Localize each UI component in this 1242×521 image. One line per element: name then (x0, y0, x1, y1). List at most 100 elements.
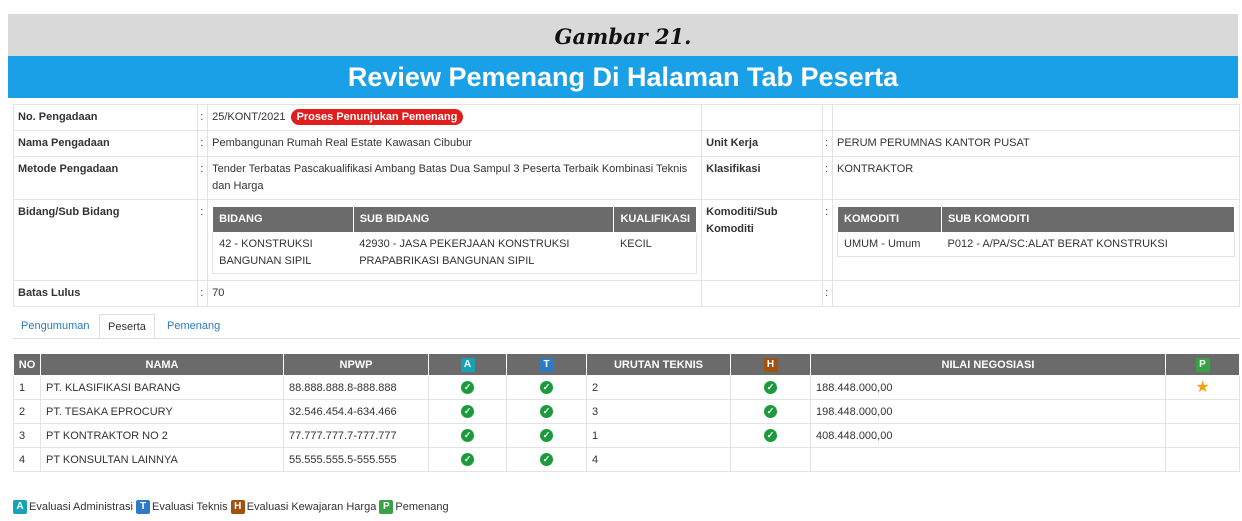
row-h: ✓ (730, 399, 811, 424)
row-npwp: 32.546.454.4-634.466 (283, 399, 429, 424)
legend-p-badge: P (379, 500, 394, 515)
bidang-table: BIDANG SUB BIDANG KUALIFIKASI 42 - KONST… (212, 206, 698, 274)
unit-kerja-value: PERUM PERUMNAS KANTOR PUSAT (832, 130, 1240, 157)
t-badge: T (539, 357, 554, 372)
komoditi-label: Komoditi/Sub Komoditi (701, 199, 824, 281)
row-nilai: 198.448.000,00 (810, 399, 1166, 424)
kualifikasi-header: KUALIFIKASI (613, 206, 698, 233)
komoditi-value: UMUM - Umum (844, 238, 921, 250)
empty-value (832, 280, 1240, 307)
klasifikasi-value: KONTRAKTOR (832, 156, 1240, 200)
row-p (1165, 447, 1240, 472)
check-circle-icon: ✓ (540, 429, 553, 442)
tab-divider (13, 338, 1240, 339)
row-t: ✓ (506, 399, 587, 424)
legend-t-text: Evaluasi Teknis (152, 501, 228, 513)
table-row: 1 PT. KLASIFIKASI BARANG 88.888.888.8-88… (13, 375, 1240, 400)
separator: : (822, 280, 833, 307)
row-a: ✓ (428, 375, 507, 400)
row-t: ✓ (506, 423, 587, 448)
h-badge: H (763, 357, 778, 372)
empty-value (832, 104, 1240, 131)
no-pengadaan-cell: 25/KONT/2021 Proses Penunjukan Pemenang (207, 104, 703, 131)
metode-pengadaan-value: Tender Terbatas Pascakualifikasi Ambang … (207, 156, 703, 200)
col-nama: NAMA (40, 353, 284, 376)
table-row: 3 PT KONTRAKTOR NO 2 77.777.777.7-777.77… (13, 423, 1240, 448)
row-t: ✓ (506, 447, 587, 472)
check-circle-icon: ✓ (461, 429, 474, 442)
legend: A Evaluasi Administrasi T Evaluasi Teknis … (13, 500, 449, 515)
legend-h-text: Evaluasi Kewajaran Harga (246, 501, 377, 513)
col-t: T (506, 353, 587, 376)
row-a: ✓ (428, 423, 507, 448)
nama-pengadaan-label: Nama Pengadaan (12, 130, 199, 157)
sub-bidang-value: 42930 - JASA PEKERJAAN KONSTRUKSI PRAPAB… (359, 238, 570, 267)
empty-label (701, 104, 824, 131)
check-circle-icon: ✓ (764, 381, 777, 394)
star-icon: ★ (1195, 378, 1210, 396)
row-nama: PT KONSULTAN LAINNYA (40, 447, 284, 472)
row-no: 3 (13, 423, 41, 448)
no-pengadaan-label: No. Pengadaan (12, 104, 199, 131)
separator: : (197, 156, 209, 200)
check-circle-icon: ✓ (540, 453, 553, 466)
sub-komoditi-value: P012 - A/PA/SC:ALAT BERAT KONSTRUKSI (947, 238, 1168, 250)
legend-p-text: Pemenang (395, 501, 449, 513)
row-p (1165, 423, 1240, 448)
separator: : (822, 199, 833, 281)
legend-t-badge: T (136, 500, 150, 515)
klasifikasi-label: Klasifikasi (701, 156, 824, 200)
row-no: 1 (13, 375, 41, 400)
nama-pengadaan-value: Pembangunan Rumah Real Estate Kawasan Ci… (207, 130, 703, 157)
row-urutan: 2 (586, 375, 731, 400)
sub-komoditi-header: SUB KOMODITI (941, 206, 1235, 233)
row-t: ✓ (506, 375, 587, 400)
row-a: ✓ (428, 447, 507, 472)
col-urutan: URUTAN TEKNIS (586, 353, 731, 376)
row-nilai (810, 447, 1166, 472)
row-urutan: 1 (586, 423, 731, 448)
check-circle-icon: ✓ (764, 405, 777, 418)
row-p (1165, 399, 1240, 424)
row-urutan: 4 (586, 447, 731, 472)
p-badge: P (1195, 357, 1210, 372)
row-npwp: 77.777.777.7-777.777 (283, 423, 429, 448)
row-h (730, 447, 811, 472)
tab-pengumuman[interactable]: Pengumuman (13, 314, 98, 338)
tab-pemenang[interactable]: Pemenang (159, 314, 228, 338)
col-npwp: NPWP (283, 353, 429, 376)
col-h: H (730, 353, 811, 376)
check-circle-icon: ✓ (540, 381, 553, 394)
row-npwp: 55.555.555.5-555.555 (283, 447, 429, 472)
separator: : (822, 156, 833, 200)
komoditi-cell: KOMODITI SUB KOMODITI UMUM - Umum P012 -… (832, 199, 1240, 281)
row-nilai: 408.448.000,00 (810, 423, 1166, 448)
batas-lulus-label: Batas Lulus (12, 280, 199, 307)
row-nama: PT KONTRAKTOR NO 2 (40, 423, 284, 448)
figure-caption: Gambar 21. (8, 14, 1238, 56)
row-nama: PT. KLASIFIKASI BARANG (40, 375, 284, 400)
metode-pengadaan-label: Metode Pengadaan (12, 156, 199, 200)
separator: : (197, 199, 209, 281)
bidang-label: Bidang/Sub Bidang (12, 199, 199, 281)
row-a: ✓ (428, 399, 507, 424)
check-circle-icon: ✓ (461, 405, 474, 418)
unit-kerja-label: Unit Kerja (701, 130, 824, 157)
tab-peserta[interactable]: Peserta (99, 314, 155, 338)
separator (822, 104, 833, 131)
batas-lulus-value: 70 (207, 280, 703, 307)
sub-bidang-header: SUB BIDANG (352, 206, 615, 233)
kualifikasi-value: KECIL (619, 238, 652, 250)
empty-label (701, 280, 824, 307)
row-npwp: 88.888.888.8-888.888 (283, 375, 429, 400)
row-nama: PT. TESAKA EPROCURY (40, 399, 284, 424)
row-urutan: 3 (586, 399, 731, 424)
komoditi-header: KOMODITI (837, 206, 942, 233)
status-badge: Proses Penunjukan Pemenang (290, 109, 464, 125)
peserta-table: NO NAMA NPWP A T URUTAN TEKNIS H NILAI N… (13, 353, 1240, 472)
table-row: 2 PT. TESAKA EPROCURY 32.546.454.4-634.4… (13, 399, 1240, 424)
col-p: P (1165, 353, 1240, 376)
no-pengadaan-value: 25/KONT/2021 (212, 111, 286, 123)
row-no: 4 (13, 447, 41, 472)
row-p: ★ (1165, 375, 1240, 400)
